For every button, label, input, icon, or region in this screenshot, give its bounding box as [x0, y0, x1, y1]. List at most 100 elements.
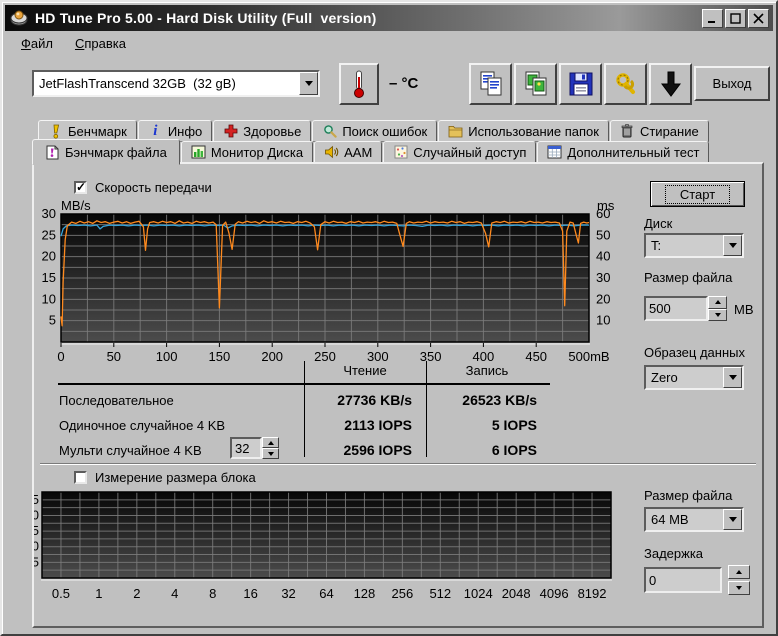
svg-text:60: 60: [596, 206, 610, 221]
svg-text:256: 256: [392, 586, 414, 601]
tab-erase[interactable]: Стирание: [610, 120, 709, 142]
tab-label: Монитор Диска: [211, 145, 303, 160]
block-file-size-select[interactable]: 64 MB: [644, 507, 744, 532]
menu-file[interactable]: Файл: [11, 33, 63, 54]
data-pattern-select[interactable]: Zero: [644, 365, 744, 390]
file-size-spinner[interactable]: 500: [644, 296, 727, 321]
tab-folder-usage[interactable]: Использование папок: [438, 120, 609, 142]
random-single-read-value: 2113 IOPS: [292, 417, 412, 433]
random-single-write-value: 5 IOPS: [419, 417, 537, 433]
app-icon: [9, 8, 29, 28]
delay-down-button[interactable]: [728, 581, 750, 595]
svg-text:50: 50: [107, 349, 121, 364]
spinner-down-button[interactable]: [708, 309, 727, 322]
svg-text:64: 64: [319, 586, 333, 601]
tab-random-access[interactable]: Случайный доступ: [383, 141, 536, 163]
data-pattern-value: Zero: [646, 370, 723, 385]
tab-extra-tests[interactable]: Дополнительный тест: [537, 141, 709, 163]
svg-text:20: 20: [34, 507, 39, 522]
tab-health[interactable]: Здоровье: [213, 120, 311, 142]
disk-select-arrow[interactable]: [723, 235, 742, 256]
minimize-button[interactable]: [702, 9, 723, 28]
block-file-size-arrow[interactable]: [723, 509, 742, 530]
svg-text:1024: 1024: [464, 586, 493, 601]
trash-icon: [620, 124, 635, 139]
svg-text:10: 10: [596, 313, 610, 328]
spinner-down-button[interactable]: [262, 448, 279, 459]
block-size-checkbox-row: Измерение размера блока: [74, 470, 256, 485]
menu-help[interactable]: Справка: [65, 33, 136, 54]
svg-text:30: 30: [42, 206, 56, 221]
svg-text:10: 10: [34, 539, 39, 554]
tab-label: Инфо: [168, 124, 202, 139]
svg-text:40: 40: [596, 249, 610, 264]
toolbar: JetFlashTranscend 32GB (32 gB) – °C: [5, 55, 773, 117]
transfer-rate-chart: MB/sms3025201510560504030201005010015020…: [34, 198, 634, 371]
file-size-value[interactable]: 500: [644, 296, 708, 321]
svg-text:4096: 4096: [540, 586, 569, 601]
svg-text:MB/s: MB/s: [62, 490, 92, 491]
exit-button[interactable]: Выход: [694, 66, 770, 101]
tab-label: Стирание: [640, 124, 699, 139]
search-icon: [322, 124, 337, 139]
save-button[interactable]: [559, 63, 602, 105]
copy-image-button[interactable]: [514, 63, 557, 105]
tab-error-scan[interactable]: Поиск ошибок: [312, 120, 437, 142]
app-window: HD Tune Pro 5.00 - Hard Disk Utility (Fu…: [0, 0, 778, 636]
sequential-write-value: 26523 KB/s: [419, 392, 537, 408]
delay-input[interactable]: 0: [644, 567, 722, 593]
tab-file-benchmark[interactable]: Бэнчмарк файла: [32, 139, 180, 165]
svg-text:100: 100: [156, 349, 178, 364]
close-button[interactable]: [748, 9, 769, 28]
svg-text:1: 1: [95, 586, 102, 601]
tab-disk-monitor[interactable]: Монитор Диска: [181, 141, 313, 163]
extra-tests-icon: [547, 145, 562, 160]
svg-text:MB/s: MB/s: [61, 198, 91, 213]
block-size-checkbox[interactable]: [74, 471, 87, 484]
row-label-random-multi: Мульти случайное 4 KB: [59, 443, 202, 458]
save-icon: [568, 71, 594, 97]
svg-text:50: 50: [596, 227, 610, 242]
exit-button-label: Выход: [713, 76, 752, 91]
multi-threads-spinner[interactable]: 32: [230, 437, 279, 459]
svg-text:2: 2: [133, 586, 140, 601]
spinner-up-button[interactable]: [262, 437, 279, 448]
benchmark-icon: [48, 124, 63, 139]
drive-select[interactable]: JetFlashTranscend 32GB (32 gB): [32, 70, 320, 97]
random-multi-read-value: 2596 IOPS: [292, 442, 412, 458]
start-button[interactable]: Старт: [650, 181, 745, 207]
tab-label: Здоровье: [243, 124, 301, 139]
col-header-write: Запись: [426, 363, 548, 378]
block-file-size-label: Размер файла: [644, 488, 732, 503]
temperature-value: – °C: [389, 75, 418, 92]
svg-text:300: 300: [367, 349, 389, 364]
svg-text:20: 20: [596, 291, 610, 306]
drive-select-arrow[interactable]: [299, 72, 318, 95]
tab-label: AAM: [344, 145, 372, 160]
data-pattern-arrow[interactable]: [723, 367, 742, 388]
random-access-icon: [393, 145, 408, 160]
maximize-button[interactable]: [725, 9, 746, 28]
disk-monitor-icon: [191, 145, 206, 160]
svg-text:25: 25: [34, 492, 39, 507]
temperature-button[interactable]: [339, 63, 379, 105]
health-icon: [223, 124, 238, 139]
save-results-button[interactable]: [649, 63, 692, 105]
disk-select[interactable]: T:: [644, 233, 744, 258]
copy-text-button[interactable]: [469, 63, 512, 105]
tab-label: Использование папок: [468, 124, 599, 139]
spinner-up-button[interactable]: [708, 296, 727, 309]
svg-text:400: 400: [473, 349, 495, 364]
tab-label: Дополнительный тест: [567, 145, 699, 160]
multi-threads-value[interactable]: 32: [230, 437, 262, 459]
transfer-rate-checkbox[interactable]: ✓: [74, 181, 87, 194]
tab-aam[interactable]: AAM: [314, 141, 382, 163]
start-button-label: Старт: [666, 186, 729, 203]
disk-select-value: T:: [646, 238, 723, 253]
svg-text:500mB: 500mB: [568, 349, 609, 364]
folder-icon: [448, 124, 463, 139]
options-button[interactable]: [604, 63, 647, 105]
delay-up-button[interactable]: [728, 565, 750, 579]
tab-label: Бенчмарк: [68, 124, 127, 139]
svg-text:450: 450: [525, 349, 547, 364]
